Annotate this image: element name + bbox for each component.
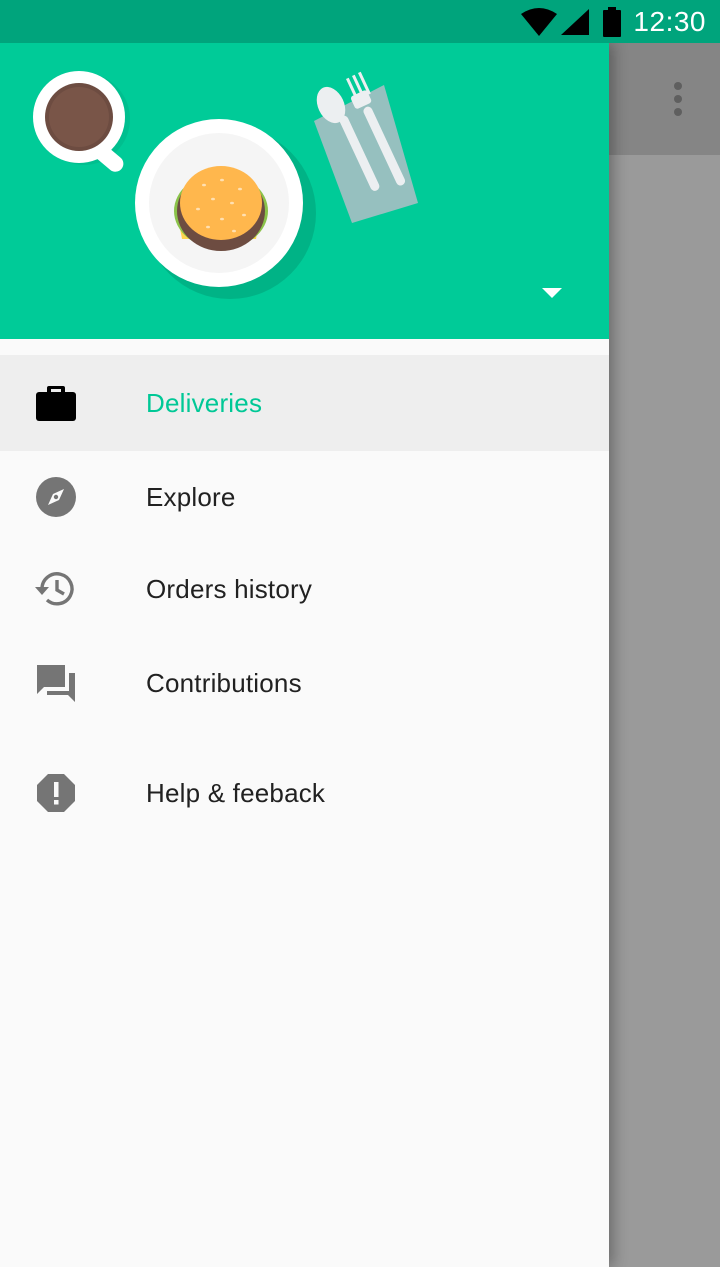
nav-item-help-feedback[interactable]: Help & feeback	[0, 745, 609, 841]
nav-item-label: Orders history	[146, 574, 313, 604]
nav-item-contributions[interactable]: Contributions	[0, 635, 609, 731]
nav-item-label: Contributions	[146, 668, 302, 698]
header-illustration	[33, 71, 418, 299]
battery-icon	[603, 6, 622, 37]
history-icon	[32, 567, 80, 611]
nav-item-explore[interactable]: Explore	[0, 449, 609, 545]
nav-item-deliveries[interactable]: Deliveries	[0, 355, 609, 451]
status-time: 12:30	[633, 5, 706, 37]
nav-item-label: Deliveries	[146, 388, 263, 418]
status-bar: 12:30	[0, 0, 720, 43]
status-icons: 12:30	[521, 0, 706, 43]
drawer-header	[0, 43, 609, 339]
compass-icon	[32, 475, 80, 519]
navigation-drawer: Deliveries Explore Orders history Contri…	[0, 43, 609, 1267]
arrow-drop-down-icon	[542, 285, 562, 303]
alert-octagon-icon	[32, 771, 80, 815]
wifi-icon	[521, 7, 558, 36]
nav-item-label: Explore	[146, 482, 236, 512]
forum-icon	[32, 661, 80, 705]
account-dropdown-button[interactable]	[532, 279, 572, 309]
burger-plate-icon	[135, 119, 316, 299]
cell-signal-icon	[561, 8, 590, 35]
nav-item-orders-history[interactable]: Orders history	[0, 541, 609, 637]
coffee-cup-icon	[33, 71, 130, 172]
overflow-menu-icon[interactable]	[666, 82, 690, 122]
briefcase-icon	[32, 381, 80, 425]
nav-item-label: Help & feeback	[146, 778, 326, 808]
